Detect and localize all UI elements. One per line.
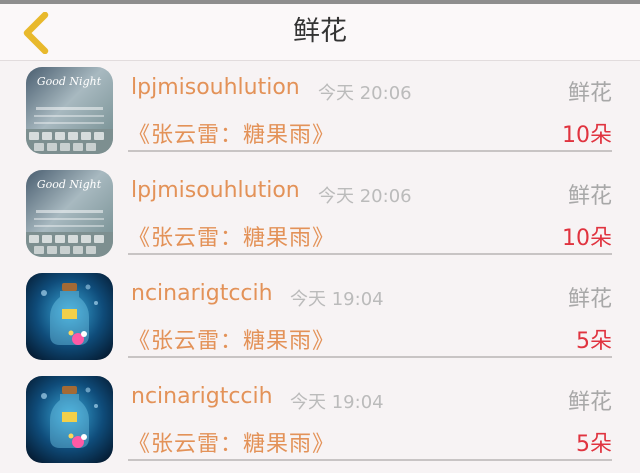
divider — [128, 253, 612, 255]
song-title[interactable]: 《张云雷：糖果雨》 — [128, 117, 335, 149]
username[interactable]: lpjmisouhlution — [131, 75, 300, 100]
list-item[interactable]: Good Night lpjmisouhlution 今天 20:06 鲜花 《… — [0, 164, 640, 267]
username[interactable]: ncinarigtccih — [131, 384, 273, 409]
list-item[interactable]: ncinarigtccih 今天 19:04 鲜花 《张云雷：糖果雨》 5朵 — [0, 267, 640, 370]
gift-count: 5朵 — [576, 329, 612, 354]
svg-text:Good Night: Good Night — [37, 75, 102, 88]
glass-jar-image[interactable] — [26, 273, 113, 360]
username[interactable]: lpjmisouhlution — [131, 178, 300, 203]
song-title[interactable]: 《张云雷：糖果雨》 — [128, 323, 335, 355]
header-bar: 鲜花 — [0, 4, 640, 61]
gift-count: 10朵 — [562, 226, 612, 251]
good-night-keyboard-image[interactable]: Good Night — [26, 170, 113, 257]
timestamp: 今天 20:06 — [318, 186, 412, 207]
timestamp: 今天 19:04 — [290, 289, 384, 310]
gift-type-label: 鲜花 — [567, 81, 612, 106]
song-title[interactable]: 《张云雷：糖果雨》 — [128, 220, 335, 252]
gift-list: Good Night lpjmisouhlution 今天 20:06 鲜花 《… — [0, 61, 640, 473]
page-title: 鲜花 — [293, 16, 347, 47]
divider — [128, 150, 612, 152]
glass-jar-image[interactable] — [26, 376, 113, 463]
divider — [128, 459, 612, 461]
song-title[interactable]: 《张云雷：糖果雨》 — [128, 426, 335, 458]
divider — [128, 356, 612, 358]
gift-count: 10朵 — [562, 123, 612, 148]
timestamp: 今天 20:06 — [318, 83, 412, 104]
gift-type-label: 鲜花 — [567, 287, 612, 312]
svg-text:Good Night: Good Night — [37, 178, 102, 191]
gift-type-label: 鲜花 — [567, 184, 612, 209]
list-item[interactable]: ncinarigtccih 今天 19:04 鲜花 《张云雷：糖果雨》 5朵 — [0, 370, 640, 473]
username[interactable]: ncinarigtccih — [131, 281, 273, 306]
timestamp: 今天 19:04 — [290, 392, 384, 413]
gift-type-label: 鲜花 — [567, 390, 612, 415]
list-item[interactable]: Good Night lpjmisouhlution 今天 20:06 鲜花 《… — [0, 61, 640, 164]
good-night-keyboard-image[interactable]: Good Night — [26, 67, 113, 154]
gift-count: 5朵 — [576, 432, 612, 457]
